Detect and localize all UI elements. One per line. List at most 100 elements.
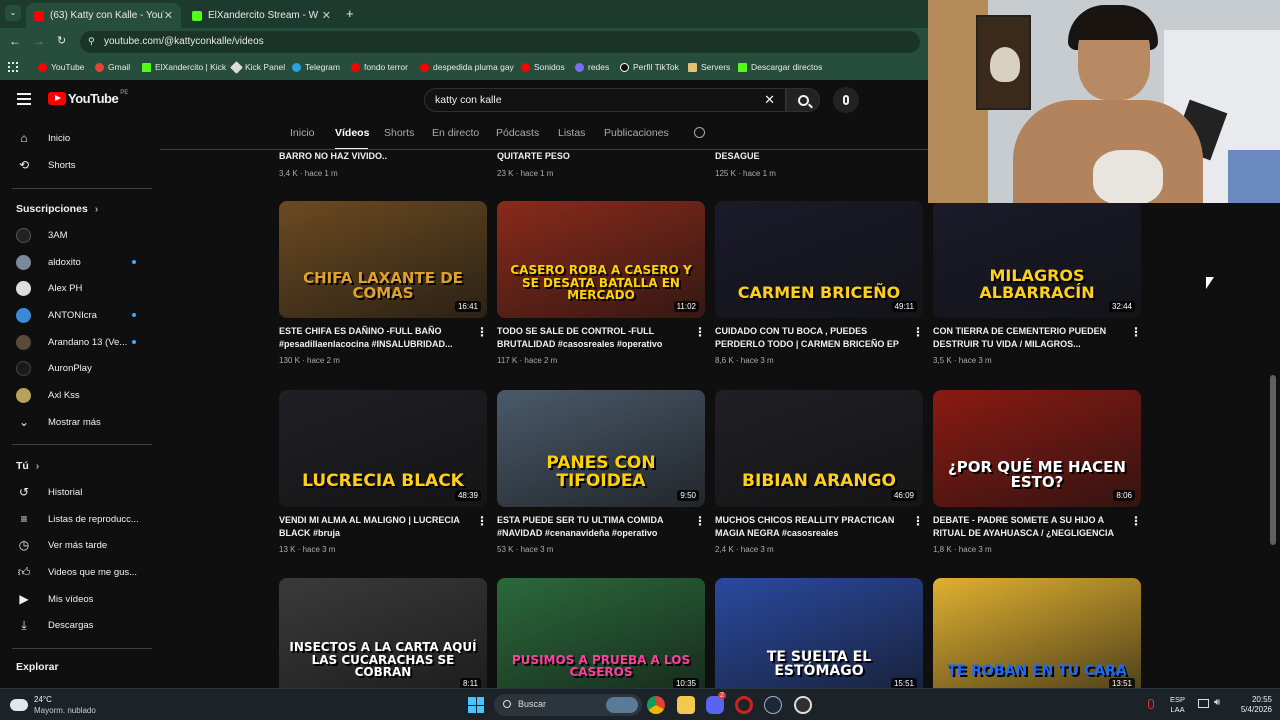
sidebar-item-videos-gusta[interactable]: 👍︎ Videos que me gus... (16, 561, 156, 583)
partial-video-title[interactable]: BARRO NO HAZ VIVIDO.. (279, 151, 387, 161)
video-card[interactable]: CHIFA LAXANTE DE COMAS 16:41 ESTE CHIFA ES… (279, 201, 488, 371)
more-options-icon[interactable]: ⋮ (912, 514, 924, 528)
sidebar-sub-auronplay[interactable]: AuronPlay (16, 357, 156, 379)
sidebar-sub-3am[interactable]: 3AM (16, 224, 156, 246)
video-title[interactable]: VENDI MI ALMA AL MALIGNO | LUCRECIA BLAC… (279, 514, 465, 540)
more-options-icon[interactable]: ⋮ (694, 325, 706, 339)
clock[interactable]: 20:55 5/4/2026 (1232, 695, 1272, 715)
video-card[interactable]: PANES CON TIFOIDEA 9:50 ESTA PUEDE SER TU … (497, 390, 706, 560)
video-thumbnail[interactable]: BIBIAN ARANGO 46:09 (715, 390, 923, 507)
voice-search-button[interactable] (833, 87, 859, 113)
video-title[interactable]: DEBATE - PADRE SOMETE A SU HIJO A RITUAL… (933, 514, 1119, 540)
bookmark-sonidos[interactable]: Sonidos (521, 62, 565, 72)
subscriptions-header[interactable]: Suscripciones › (16, 203, 98, 215)
sidebar-show-more[interactable]: ⌄ Mostrar más (16, 411, 156, 433)
sidebar-item-shorts[interactable]: ⟲ Shorts (16, 154, 156, 176)
bookmark-servers[interactable]: Servers (688, 62, 730, 72)
video-thumbnail[interactable]: TE SUELTA EL ESTÓMAGO 15:51 (715, 578, 923, 688)
video-title[interactable]: ESTE CHIFA ES DAÑINO -FULL BAÑO #pesadil… (279, 325, 465, 351)
new-tab-icon[interactable]: + (346, 6, 354, 21)
close-tab-icon[interactable]: ✕ (322, 9, 331, 22)
video-thumbnail[interactable]: CASERO ROBA A CASERO Y SE DESATA BATALLA… (497, 201, 705, 318)
video-card[interactable]: MILAGROS ALBARRACÍN 32:44 CON TIERRA DE CE… (933, 201, 1142, 371)
tab-publicaciones[interactable]: Publicaciones (604, 127, 669, 139)
search-button[interactable] (786, 88, 820, 112)
video-thumbnail[interactable]: MILAGROS ALBARRACÍN 32:44 (933, 201, 1141, 318)
sidebar-sub-arandano[interactable]: Arandano 13 (Ve... (16, 331, 156, 353)
you-header[interactable]: Tú › (16, 460, 39, 472)
video-title[interactable]: CUIDADO CON TU BOCA , PUEDES PERDERLO TO… (715, 325, 901, 351)
tab-podcasts[interactable]: Pódcasts (496, 127, 539, 139)
sidebar-sub-axl-kss[interactable]: Axl Kss (16, 384, 156, 406)
volume-icon[interactable]: 🔊︎ (1214, 697, 1220, 708)
apps-grid-icon[interactable] (8, 62, 18, 72)
microphone-tray-icon[interactable] (1148, 699, 1154, 709)
video-thumbnail[interactable]: CARMEN BRICEÑO 49:11 (715, 201, 923, 318)
url-field[interactable]: ⚲ youtube.com/@kattyconkalle/videos (80, 31, 920, 53)
more-options-icon[interactable]: ⋮ (694, 514, 706, 528)
video-thumbnail[interactable]: PANES CON TIFOIDEA 9:50 (497, 390, 705, 507)
partial-video-title[interactable]: QUITARTE PESO (497, 151, 570, 161)
partial-video-title[interactable]: DESAGUE (715, 151, 760, 161)
taskbar-search[interactable]: Buscar (494, 694, 642, 716)
video-card[interactable]: ¿POR QUÉ ME HACEN ESTO? 8:06 DEBATE - PADR… (933, 390, 1142, 560)
channel-search-icon[interactable] (694, 127, 705, 138)
file-explorer-icon[interactable] (677, 696, 695, 714)
sidebar-item-historial[interactable]: ↺ Historial (16, 481, 156, 503)
forward-icon[interactable]: → (33, 34, 45, 48)
red-app-icon[interactable] (735, 696, 753, 714)
more-options-icon[interactable]: ⋮ (476, 514, 488, 528)
sidebar-item-ver-mas-tarde[interactable]: ◷ Ver más tarde (16, 534, 156, 556)
video-card[interactable]: TE SUELTA EL ESTÓMAGO 15:51 (715, 578, 923, 688)
sidebar-item-mis-videos[interactable]: ▶ Mis vídeos (16, 588, 156, 610)
sidebar-item-listas[interactable]: ≡ Listas de reproducc... (16, 508, 156, 530)
tab-shorts[interactable]: Shorts (384, 127, 414, 139)
more-options-icon[interactable]: ⋮ (476, 325, 488, 339)
search-input[interactable]: katty con kalle ✕ (424, 88, 786, 112)
video-card[interactable]: TE ROBAN EN TU CARA 13:51 (933, 578, 1141, 688)
bookmark-kick-panel[interactable]: Kick Panel (230, 60, 285, 74)
video-card[interactable]: PUSIMOS A PRUEBA A LOS CASEROS 10:35 (497, 578, 705, 688)
tab-youtube[interactable]: (63) Katty con Kalle - YouTube ✕ (26, 3, 181, 28)
bookmark-despedida[interactable]: despedida pluma gay (420, 62, 514, 72)
more-options-icon[interactable]: ⋮ (1130, 514, 1142, 528)
sidebar-sub-aldoxito[interactable]: aldoxito (16, 251, 156, 273)
video-title[interactable]: ESTA PUEDE SER TU ULTIMA COMIDA #NAVIDAD… (497, 514, 683, 540)
bookmark-gmail[interactable]: Gmail (95, 62, 130, 72)
video-card[interactable]: CARMEN BRICEÑO 49:11 CUIDADO CON TU BOCA ,… (715, 201, 924, 371)
video-title[interactable]: CON TIERRA DE CEMENTERIO PUEDEN DESTRUIR… (933, 325, 1119, 351)
bookmark-telegram[interactable]: Telegram (292, 62, 340, 72)
site-info-icon[interactable]: ⚲ (88, 36, 95, 47)
chrome-icon[interactable] (647, 696, 665, 714)
sidebar-item-inicio[interactable]: ⌂ Inicio (16, 127, 156, 149)
bookmark-perfil-tiktok[interactable]: Perfil TikTok (620, 62, 679, 72)
scrollbar-thumb[interactable] (1270, 375, 1276, 545)
clear-search-icon[interactable]: ✕ (764, 92, 775, 108)
video-thumbnail[interactable]: CHIFA LAXANTE DE COMAS 16:41 (279, 201, 487, 318)
bookmark-redes[interactable]: redes (575, 62, 609, 72)
bookmark-youtube[interactable]: YouTube (38, 62, 84, 72)
weather-widget[interactable]: 24°C Mayorm. nublado (10, 694, 96, 716)
bookmark-fondo-terror[interactable]: fondo terror (351, 62, 408, 72)
start-button[interactable] (468, 697, 484, 713)
bookmark-elxandercito-kick[interactable]: ElXandercito | Kick (142, 62, 226, 72)
video-card[interactable]: INSECTOS A LA CARTA AQUÍ LAS CUCARACHAS … (279, 578, 487, 688)
video-title[interactable]: MUCHOS CHICOS REALLITY PRACTICAN MAGIA N… (715, 514, 901, 540)
tab-videos[interactable]: Vídeos (335, 127, 369, 139)
video-thumbnail[interactable]: PUSIMOS A PRUEBA A LOS CASEROS 10:35 (497, 578, 705, 688)
tab-listas[interactable]: Listas (558, 127, 585, 139)
video-card[interactable]: BIBIAN ARANGO 46:09 MUCHOS CHICOS REALLITY… (715, 390, 924, 560)
tab-inicio[interactable]: Inicio (290, 127, 315, 139)
video-title[interactable]: TODO SE SALE DE CONTROL -FULL BRUTALIDAD… (497, 325, 683, 351)
video-thumbnail[interactable]: INSECTOS A LA CARTA AQUÍ LAS CUCARACHAS … (279, 578, 487, 688)
tab-kick-stream[interactable]: ElXandercito Stream - Watch Li... ✕ (184, 3, 339, 28)
more-options-icon[interactable]: ⋮ (912, 325, 924, 339)
video-card[interactable]: LUCRECIA BLACK 48:39 VENDI MI ALMA AL MALI… (279, 390, 488, 560)
video-card[interactable]: CASERO ROBA A CASERO Y SE DESATA BATALLA… (497, 201, 706, 371)
tab-search-dropdown-icon[interactable]: ⌄ (5, 5, 21, 21)
sidebar-sub-alex-ph[interactable]: Alex PH (16, 277, 156, 299)
sidebar-item-descargas[interactable]: ⤓ Descargas (16, 614, 156, 636)
close-tab-icon[interactable]: ✕ (164, 9, 173, 22)
reload-icon[interactable]: ↻ (57, 34, 66, 47)
bookmark-descargar-directos[interactable]: Descargar directos (738, 62, 822, 72)
